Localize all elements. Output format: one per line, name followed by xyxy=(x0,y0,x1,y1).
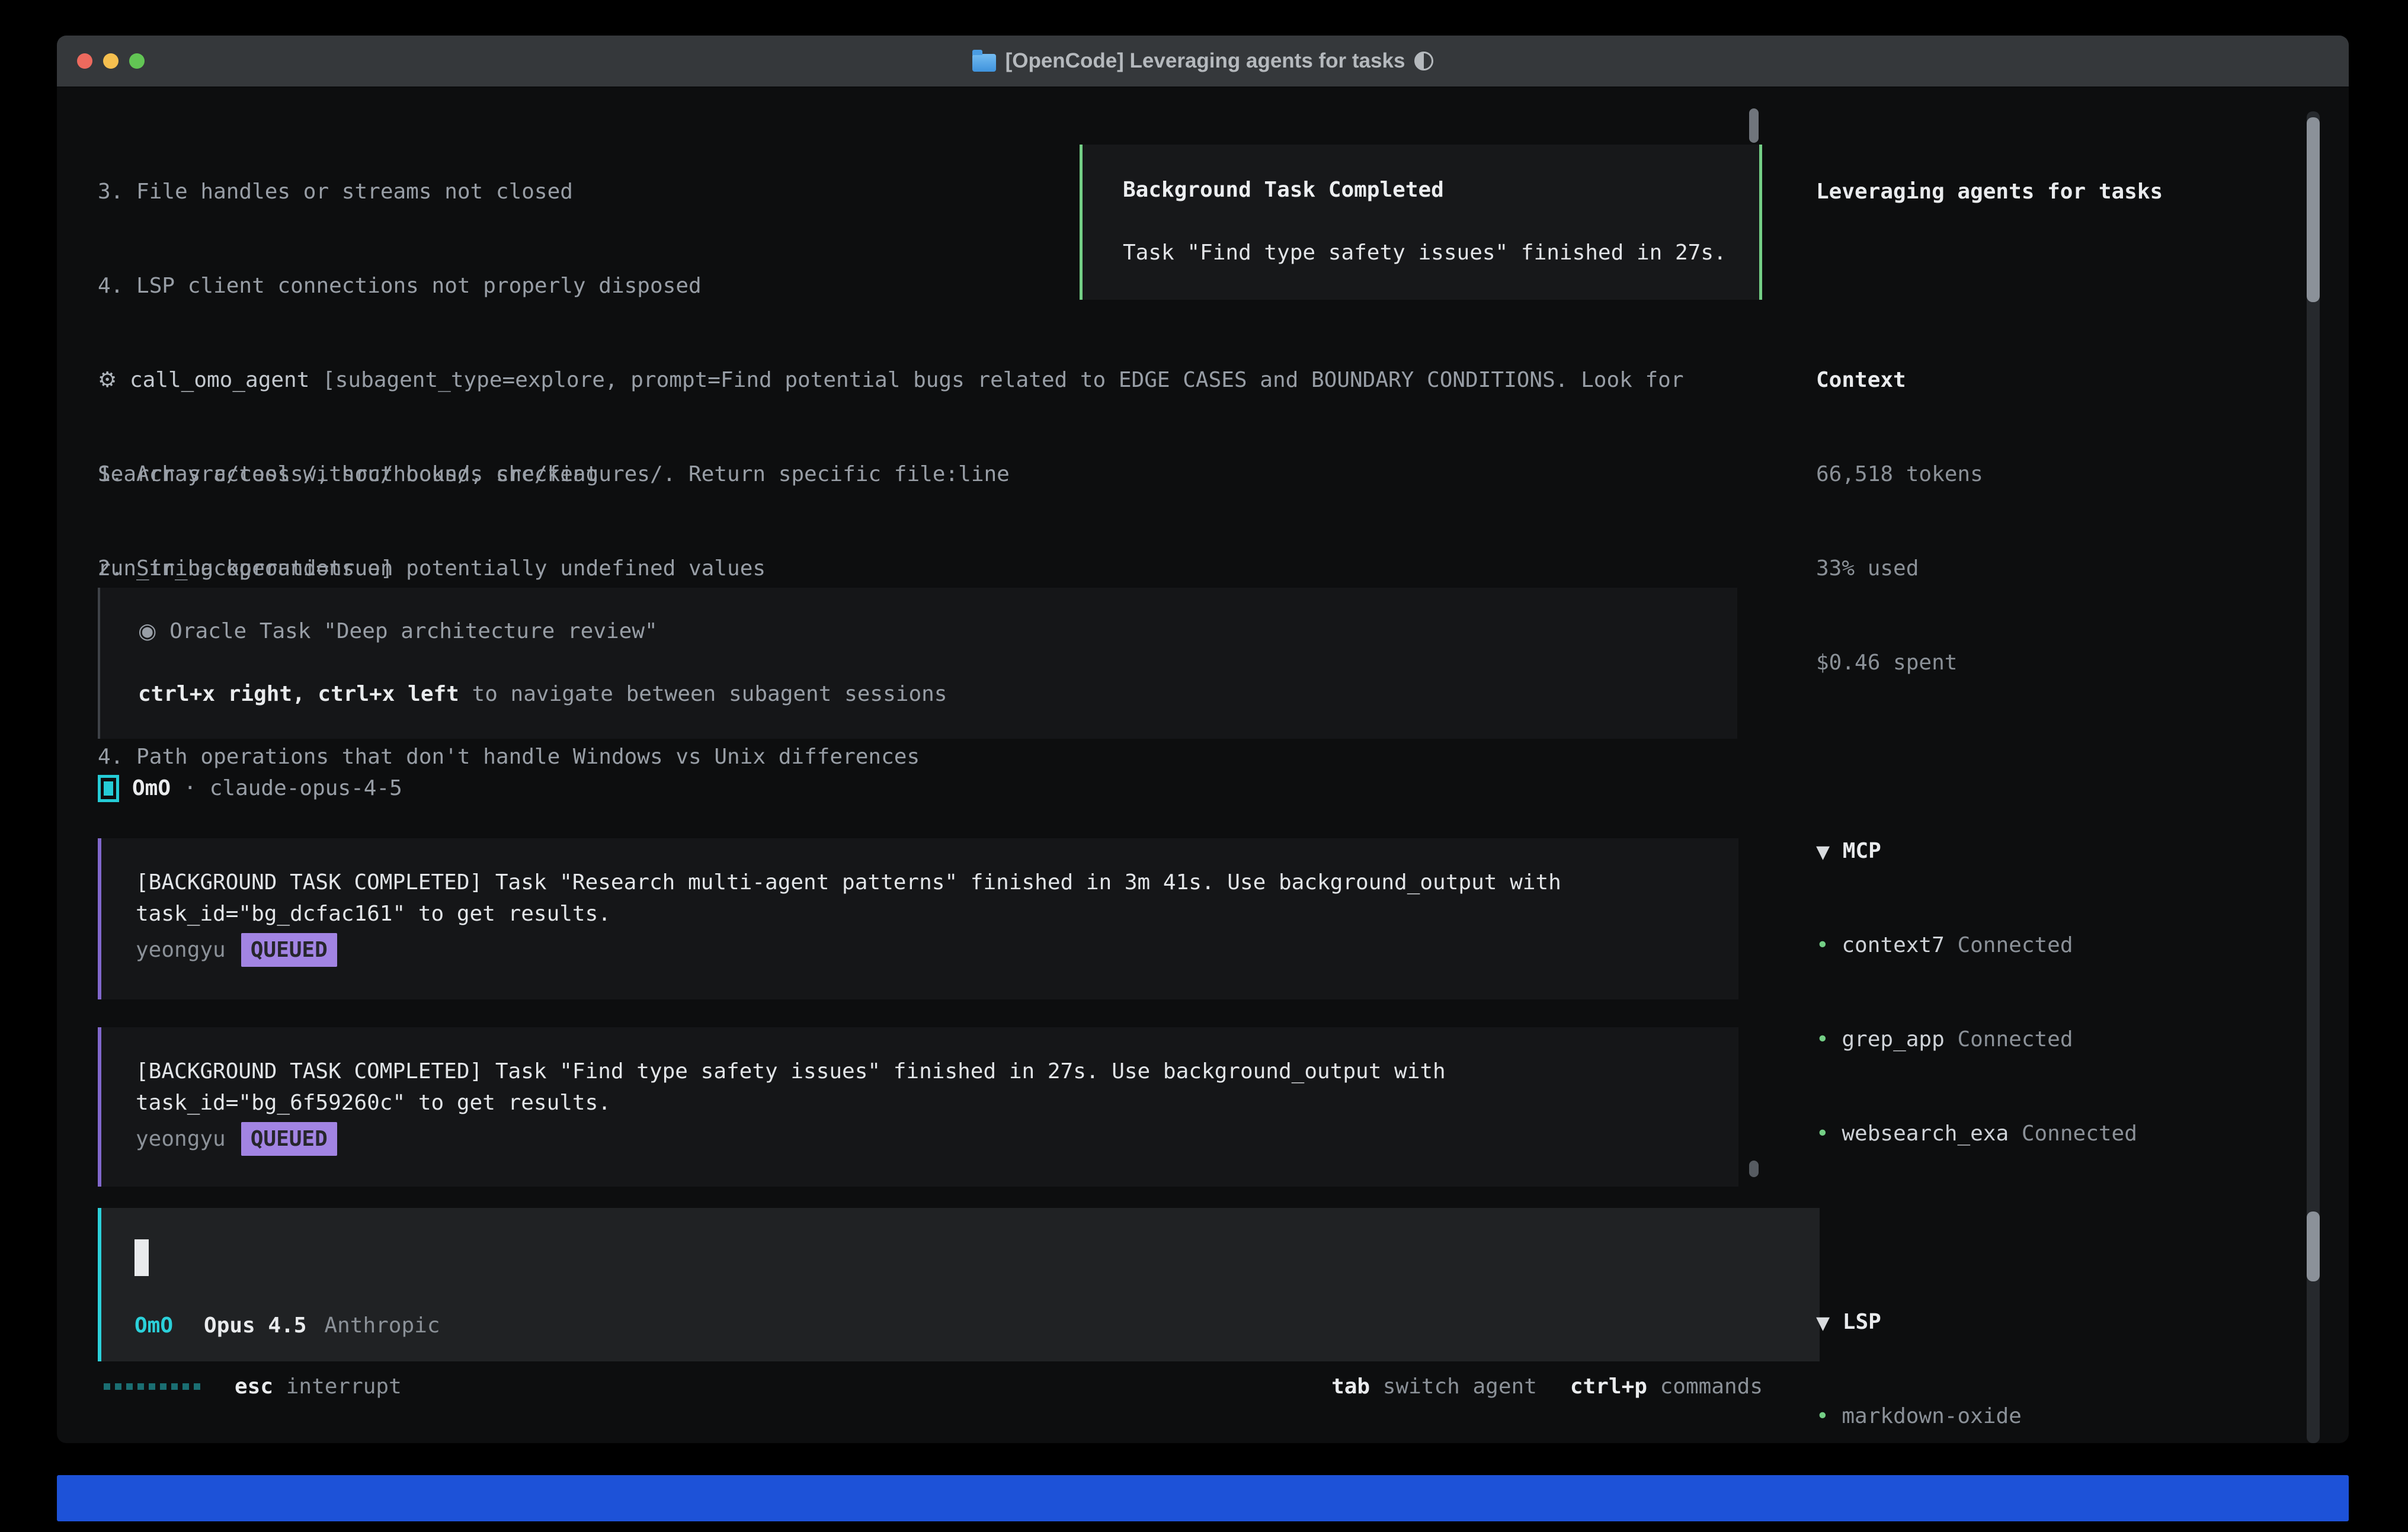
tool-call-name: call_omo_agent xyxy=(130,368,309,392)
tool-call-item: 4. Path operations that don't handle Win… xyxy=(98,741,1684,773)
maximize-button[interactable] xyxy=(129,53,145,69)
task-message-line: [BACKGROUND TASK COMPLETED] Task "Find t… xyxy=(136,1056,1446,1087)
traffic-lights xyxy=(77,36,145,86)
context-used: 33% used xyxy=(1816,553,2308,584)
oracle-task-box: ◉ Oracle Task "Deep architecture review"… xyxy=(98,588,1737,739)
esc-key-hint: esc xyxy=(235,1371,273,1402)
tab-key-label: switch agent xyxy=(1383,1374,1537,1399)
window-titlebar[interactable]: [OpenCode] Leveraging agents for tasks xyxy=(57,36,2349,88)
oracle-shortcut-keys: ctrl+x right, ctrl+x left xyxy=(138,682,459,706)
lsp-section-header[interactable]: ▼ LSP xyxy=(1816,1306,2308,1338)
chevron-down-icon: ▼ xyxy=(1816,1313,1830,1334)
notification-body: Task "Find type safety issues" finished … xyxy=(1123,237,1727,268)
terminal-window: [OpenCode] Leveraging agents for tasks 3… xyxy=(57,36,2349,1443)
gear-icon: ⚙ xyxy=(98,368,117,392)
prompt-input[interactable]: OmO Opus 4.5 Anthropic xyxy=(98,1208,1820,1361)
background-task-notification: Background Task Completed Task "Find typ… xyxy=(1080,145,1762,300)
sidebar: Leveraging agents for tasks Context 66,5… xyxy=(1816,113,2308,1443)
ctrlp-key-label: commands xyxy=(1660,1374,1763,1399)
status-dot-icon: • xyxy=(1816,1027,1829,1052)
task-message-line: [BACKGROUND TASK COMPLETED] Task "Resear… xyxy=(136,867,1561,898)
log-line: 3. File handles or streams not closed xyxy=(98,176,1010,207)
log-line: 4. LSP client connections not properly d… xyxy=(98,270,1010,302)
status-bar: esc interrupt tab switch agent ctrl+p co… xyxy=(104,1371,1763,1402)
status-dot-icon: • xyxy=(1816,1121,1829,1146)
dock-strip xyxy=(57,1475,2349,1521)
queued-badge: QUEUED xyxy=(241,933,337,967)
window-title: [OpenCode] Leveraging agents for tasks xyxy=(1006,49,1405,73)
text-cursor xyxy=(135,1239,149,1276)
mcp-item: • grep_app Connected xyxy=(1816,1024,2308,1055)
half-circle-icon xyxy=(1414,52,1433,70)
close-button[interactable] xyxy=(77,53,92,69)
tool-call-args: [subagent_type=explore, prompt=Find pote… xyxy=(309,368,1683,392)
agent-name: OmO xyxy=(132,773,171,804)
minimize-button[interactable] xyxy=(103,53,119,69)
mcp-item: • context7 Connected xyxy=(1816,930,2308,961)
context-spent: $0.46 spent xyxy=(1816,647,2308,678)
esc-key-label: interrupt xyxy=(286,1371,402,1402)
sidebar-scrollbar-thumb[interactable] xyxy=(2307,117,2320,302)
oracle-shortcut-hint: to navigate between subagent sessions xyxy=(459,682,947,706)
input-agent-name: OmO xyxy=(135,1310,173,1341)
session-title: Leveraging agents for tasks xyxy=(1816,176,2308,207)
status-dot-icon: • xyxy=(1816,1404,1829,1428)
task-author: yeongyu xyxy=(136,1123,226,1155)
todo-scrollbar-thumb[interactable] xyxy=(2307,1212,2320,1281)
tool-call-item: 2. String operations on potentially unde… xyxy=(98,553,1684,584)
task-message-line: task_id="bg_dcfac161" to get results. xyxy=(136,898,611,930)
task-author: yeongyu xyxy=(136,934,226,966)
spinner-dots-icon xyxy=(104,1383,200,1390)
main-scrollbar-thumb[interactable] xyxy=(1749,108,1759,143)
separator-dot: · xyxy=(184,773,197,804)
agent-model: claude-opus-4-5 xyxy=(210,773,402,804)
notification-title: Background Task Completed xyxy=(1123,174,1444,206)
chevron-down-icon: ▼ xyxy=(1816,842,1830,863)
task-message-line: task_id="bg_6f59260c" to get results. xyxy=(136,1087,611,1118)
context-heading: Context xyxy=(1816,364,2308,396)
ctrlp-key-hint: ctrl+p xyxy=(1570,1374,1647,1399)
oracle-title: Oracle Task "Deep architecture review" xyxy=(156,619,657,643)
mcp-item: • websearch_exa Connected xyxy=(1816,1118,2308,1149)
background-task-message: [BACKGROUND TASK COMPLETED] Task "Find t… xyxy=(98,1027,1738,1187)
background-task-message: [BACKGROUND TASK COMPLETED] Task "Resear… xyxy=(98,838,1738,999)
tool-call-item: 1. Array access without bounds checking xyxy=(98,459,1684,490)
context-tokens: 66,518 tokens xyxy=(1816,459,2308,490)
terminal-content: 3. File handles or streams not closed 4.… xyxy=(57,88,2349,1443)
queued-badge: QUEUED xyxy=(241,1122,337,1156)
oracle-icon: ◉ xyxy=(138,619,156,643)
mcp-section-header[interactable]: ▼ MCP xyxy=(1816,835,2308,867)
status-dot-icon: • xyxy=(1816,933,1829,957)
input-model-name: Opus 4.5 xyxy=(204,1310,306,1341)
tab-key-hint: tab xyxy=(1331,1374,1370,1399)
agent-icon xyxy=(98,775,119,802)
folder-icon xyxy=(972,54,996,72)
agent-header: OmO · claude-opus-4-5 xyxy=(98,773,402,804)
lsp-item: • markdown-oxide xyxy=(1816,1400,2308,1432)
input-provider-name: Anthropic xyxy=(324,1310,440,1341)
main-scrollbar-thumb[interactable] xyxy=(1749,1161,1759,1177)
